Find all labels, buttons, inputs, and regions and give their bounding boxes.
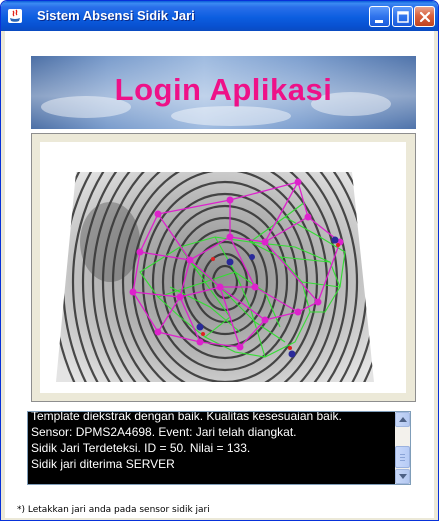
java-icon [8, 9, 22, 23]
log-line: Template diekstrak dengan baik. Kualitas… [31, 411, 342, 423]
login-banner: Login Aplikasi [31, 56, 416, 129]
minimize-icon [375, 20, 383, 23]
log-line: Sidik jari diterima SERVER [31, 457, 175, 471]
log-line: Sensor: DPMS2A4698. Event: Jari telah di… [31, 425, 297, 439]
log-scrollbar[interactable] [395, 412, 410, 484]
instruction-note: *) Letakkan jari anda pada sensor sidik … [17, 505, 210, 515]
close-icon [419, 11, 431, 23]
arrow-down-icon [399, 474, 407, 479]
banner-title: Login Aplikasi [114, 72, 333, 107]
scroll-down-button[interactable] [395, 469, 410, 484]
close-button[interactable] [414, 6, 435, 27]
log-line: Sidik Jari Terdeteksi. ID = 50. Nilai = … [31, 441, 251, 455]
log-textarea[interactable]: Template diekstrak dengan baik. Kualitas… [27, 411, 411, 485]
maximize-button[interactable] [392, 6, 413, 27]
app-window: Sistem Absensi Sidik Jari Login Aplikasi [0, 0, 439, 521]
window-title: Sistem Absensi Sidik Jari [37, 8, 195, 23]
arrow-up-icon [399, 417, 407, 422]
fingerprint-scan-image [56, 172, 374, 382]
fingerprint-panel [31, 133, 416, 402]
client-area: Login Aplikasi Template diekstrak dengan… [5, 31, 434, 518]
maximize-icon [397, 11, 409, 23]
scroll-up-button[interactable] [395, 412, 410, 427]
scroll-thumb[interactable] [395, 446, 410, 468]
title-bar[interactable]: Sistem Absensi Sidik Jari [1, 1, 438, 31]
fingerprint-frame [40, 142, 406, 393]
minimize-button[interactable] [369, 6, 390, 27]
